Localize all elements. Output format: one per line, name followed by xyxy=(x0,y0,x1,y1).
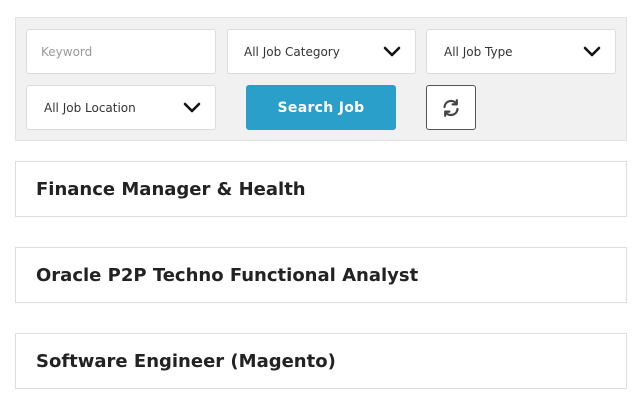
job-title-link[interactable]: Software Engineer (Magento) xyxy=(36,351,336,372)
chevron-down-icon xyxy=(183,102,201,112)
refresh-icon xyxy=(443,98,459,117)
search-job-button[interactable]: Search Job xyxy=(246,85,396,130)
job-category-select[interactable]: All Job Category xyxy=(227,29,416,74)
job-listing[interactable]: Software Engineer (Magento) xyxy=(15,333,627,389)
job-title-link[interactable]: Finance Manager & Health xyxy=(36,179,306,200)
keyword-input[interactable] xyxy=(41,44,201,59)
job-location-value: All Job Location xyxy=(44,100,136,115)
keyword-field[interactable] xyxy=(26,29,216,74)
chevron-down-icon xyxy=(383,46,401,56)
job-type-select[interactable]: All Job Type xyxy=(426,29,616,74)
job-title-link[interactable]: Oracle P2P Techno Functional Analyst xyxy=(36,265,418,286)
job-location-select[interactable]: All Job Location xyxy=(26,85,216,130)
job-listing[interactable]: Oracle P2P Techno Functional Analyst xyxy=(15,247,627,303)
chevron-down-icon xyxy=(583,46,601,56)
job-listing[interactable]: Finance Manager & Health xyxy=(15,161,627,217)
job-category-value: All Job Category xyxy=(244,44,340,59)
reset-filters-button[interactable] xyxy=(426,85,476,130)
job-type-value: All Job Type xyxy=(444,44,513,59)
job-filter-panel: All Job Category All Job Type All Job Lo… xyxy=(15,17,627,141)
